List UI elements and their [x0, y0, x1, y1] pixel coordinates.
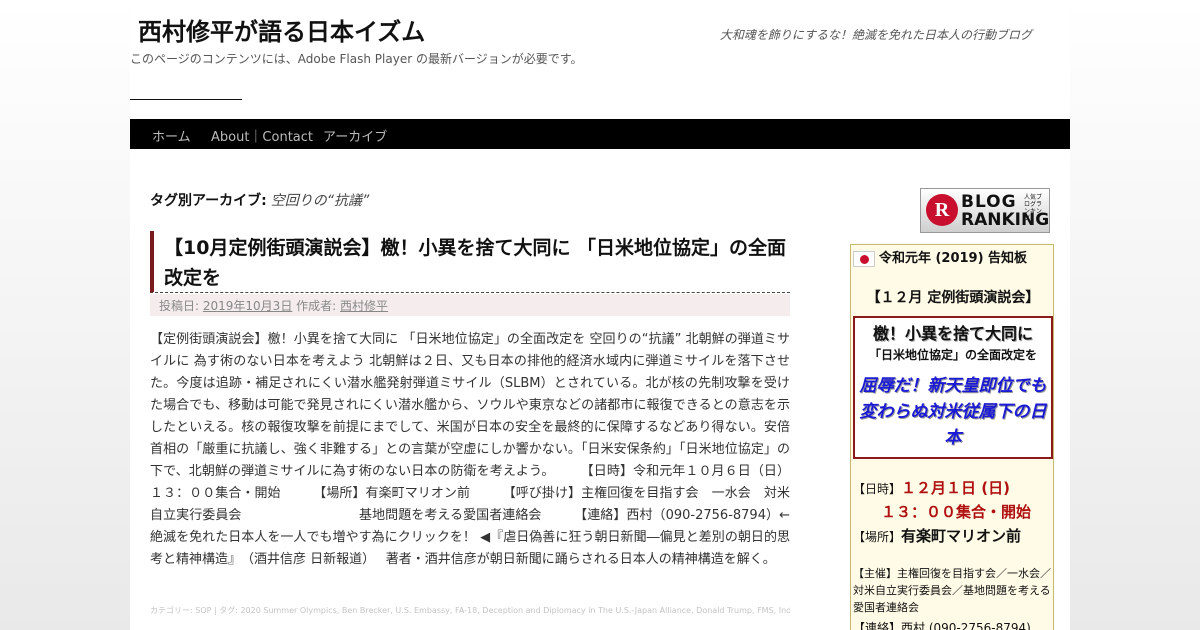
notice-slogan-2: 「日米地位協定」の全面改定を: [868, 348, 1037, 362]
notice-slogan-1: 檄！小異を捨て大同に: [872, 324, 1033, 343]
nav-home[interactable]: ホーム: [152, 126, 191, 145]
notice-sponsor: 【主催】主権回復を目指す会／一水会／対米自立実行委員会／基地問題を考える愛国者連…: [853, 567, 1051, 614]
notice-date-line: 【日時】１２月１日 (日): [853, 477, 1053, 498]
post-title-box: 【10月定例街頭演説会】檄！小異を捨て大同に 「日米地位協定」の全面改定を: [150, 231, 790, 293]
post-meta: 投稿日: 2019年10月3日 作成者: 西村修平: [150, 294, 790, 316]
notice-date-value: １２月１日 (日): [901, 479, 1010, 497]
notice-time-value: １３：００集合・開始: [881, 503, 1032, 521]
blog-ranking-banner[interactable]: R BLOG RANKING 人気ブログランキング: [920, 188, 1050, 233]
post-body: 【定例街頭演説会】檄！小異を捨て大同に 「日米地位協定」の全面改定を 空回りの“…: [150, 332, 790, 567]
notice-date-label: 【日時】: [853, 482, 902, 496]
notice-contact: 【連絡】西村 (090-2756-8794): [853, 621, 1031, 630]
notice-place-line: 【場所】有楽町マリオン前: [853, 525, 1053, 546]
post-title[interactable]: 【10月定例街頭演説会】檄！小異を捨て大同に 「日米地位協定」の全面改定を: [164, 233, 789, 293]
meta-author-label: 作成者:: [296, 299, 337, 313]
nav-about-contact[interactable]: About｜Contact: [211, 126, 313, 145]
notice-title: 令和元年 (2019) 告知板: [878, 251, 1028, 266]
site-title[interactable]: 西村修平が語る日本イズム: [138, 12, 425, 47]
notice-event-heading: 【１２月 定例街頭演説会】: [866, 290, 1040, 306]
nav-archive[interactable]: アーカイブ: [323, 126, 387, 145]
notice-place-value: 有楽町マリオン前: [901, 527, 1022, 545]
notice-board: 令和元年 (2019) 告知板 【１２月 定例街頭演説会】 檄！小異を捨て大同に…: [850, 244, 1054, 630]
site-description: 大和魂を飾りにするな！絶滅を免れた日本人の行動ブログ: [719, 28, 1032, 42]
main-nav: ホーム About｜Contact アーカイブ: [130, 119, 1070, 149]
archive-label: タグ別アーカイブ:: [150, 193, 267, 209]
post-date-link[interactable]: 2019年10月3日: [203, 299, 292, 313]
notice-highlight-box: 檄！小異を捨て大同に 「日米地位協定」の全面改定を 屈辱だ！新天皇即位でも変わら…: [853, 316, 1053, 459]
ranking-line1: BLOG: [961, 192, 1017, 212]
ranking-small-text: 人気ブログランキング: [1024, 194, 1043, 222]
notice-slogan-3: 屈辱だ！新天皇即位でも変わらぬ対米従属下の日本: [859, 376, 1047, 448]
ranking-logo-icon: R: [926, 194, 958, 226]
post-footer-tags[interactable]: カテゴリー: SOP | タグ: 2020 Summer Olympics, B…: [150, 604, 790, 617]
notice-place-label: 【場所】: [853, 530, 902, 544]
post-author-link[interactable]: 西村修平: [340, 299, 388, 313]
meta-posted-label: 投稿日:: [159, 299, 200, 313]
archive-tag: 空回りの“抗議”: [270, 193, 370, 209]
page-container: 西村修平が語る日本イズム 大和魂を飾りにするな！絶滅を免れた日本人の行動ブログ …: [130, 0, 1070, 630]
flash-player-notice: このページのコンテンツには、Adobe Flash Player の最新バージョ…: [130, 52, 583, 66]
archive-heading: タグ別アーカイブ: 空回りの“抗議”: [150, 190, 369, 210]
header-divider: [130, 99, 242, 100]
